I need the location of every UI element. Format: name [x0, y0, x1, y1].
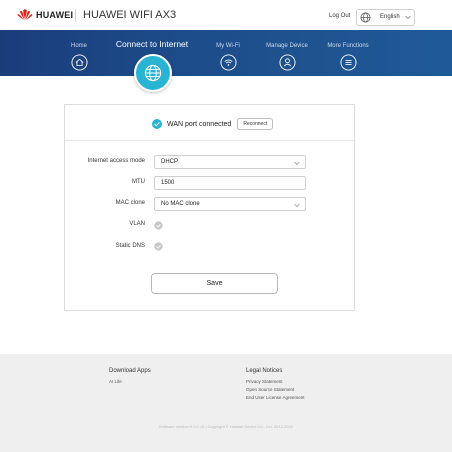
huawei-logo: HUAWEI: [17, 9, 73, 21]
chevron-down-icon: [294, 203, 300, 208]
brand-name: HUAWEI: [36, 10, 74, 20]
mac-clone-select[interactable]: No MAC clone: [154, 197, 306, 211]
mac-clone-label: MAC clone: [115, 200, 145, 206]
copyright-text: Software version:9.0.0.15 | Copyright © …: [158, 424, 294, 429]
check-circle-icon: [152, 119, 162, 129]
privacy-statement-link[interactable]: Privacy Statement: [246, 379, 283, 384]
access-mode-value: DHCP: [161, 159, 179, 165]
nav-item-label: My Wi-Fi: [216, 43, 240, 49]
top-header: HUAWEI HUAWEI WIFI AX3 Log Out English: [0, 0, 452, 30]
vlan-toggle[interactable]: [154, 221, 163, 230]
home-icon: [70, 54, 88, 71]
connection-status: WAN port connected Reconnect: [152, 118, 274, 130]
nav-item-label: More Functions: [327, 43, 369, 49]
divider: [65, 140, 354, 141]
nav-item-label: Home: [70, 43, 87, 49]
footer: Download Apps AI Life Legal Notices Priv…: [0, 354, 452, 452]
access-mode-select[interactable]: DHCP: [154, 155, 306, 169]
mtu-label: MTU: [132, 179, 145, 185]
nav-item-label: Manage Device: [266, 43, 308, 49]
nav-item-manage-device[interactable]: Manage Device: [257, 30, 317, 76]
ai-life-link[interactable]: AI Life: [109, 379, 122, 384]
nav-item-more-functions[interactable]: More Functions: [318, 30, 378, 76]
mac-clone-value: No MAC clone: [161, 201, 200, 207]
reconnect-button[interactable]: Reconnect: [237, 118, 274, 130]
main-navigation: Home Connect to Internet My Wi-Fi Manage…: [0, 30, 452, 76]
eula-link[interactable]: End User License Agreement: [246, 395, 305, 400]
language-icon: [360, 12, 371, 23]
globe-icon: [144, 64, 162, 82]
wifi-icon: [219, 54, 237, 71]
nav-item-connect-to-internet[interactable]: [134, 54, 172, 92]
logout-link[interactable]: Log Out: [329, 13, 350, 19]
product-name: HUAWEI WIFI AX3: [83, 9, 177, 21]
user-icon: [278, 54, 296, 71]
open-source-statement-link[interactable]: Open Source Statement: [246, 387, 294, 392]
access-mode-label: Internet access mode: [87, 158, 145, 164]
internet-settings-card: WAN port connected Reconnect Internet ac…: [64, 104, 355, 311]
nav-item-connect-label[interactable]: Connect to Internet: [103, 39, 201, 49]
chevron-down-icon: [405, 15, 411, 20]
mtu-input[interactable]: 1500: [154, 176, 306, 190]
vlan-label: VLAN: [129, 221, 145, 227]
static-dns-label: Static DNS: [115, 243, 145, 249]
mtu-value: 1500: [161, 180, 175, 186]
static-dns-toggle[interactable]: [154, 242, 163, 251]
nav-item-my-wifi[interactable]: My Wi-Fi: [198, 30, 258, 76]
menu-icon: [339, 54, 357, 71]
header-divider: [75, 9, 76, 22]
download-apps-heading: Download Apps: [109, 368, 151, 374]
status-text: WAN port connected: [167, 120, 232, 128]
legal-notices-heading: Legal Notices: [246, 368, 283, 374]
save-button[interactable]: Save: [151, 273, 278, 294]
chevron-down-icon: [294, 161, 300, 166]
nav-item-home[interactable]: Home: [49, 30, 109, 76]
huawei-flower-icon: [17, 9, 33, 21]
language-select[interactable]: English: [356, 9, 415, 26]
language-value: English: [380, 14, 400, 20]
